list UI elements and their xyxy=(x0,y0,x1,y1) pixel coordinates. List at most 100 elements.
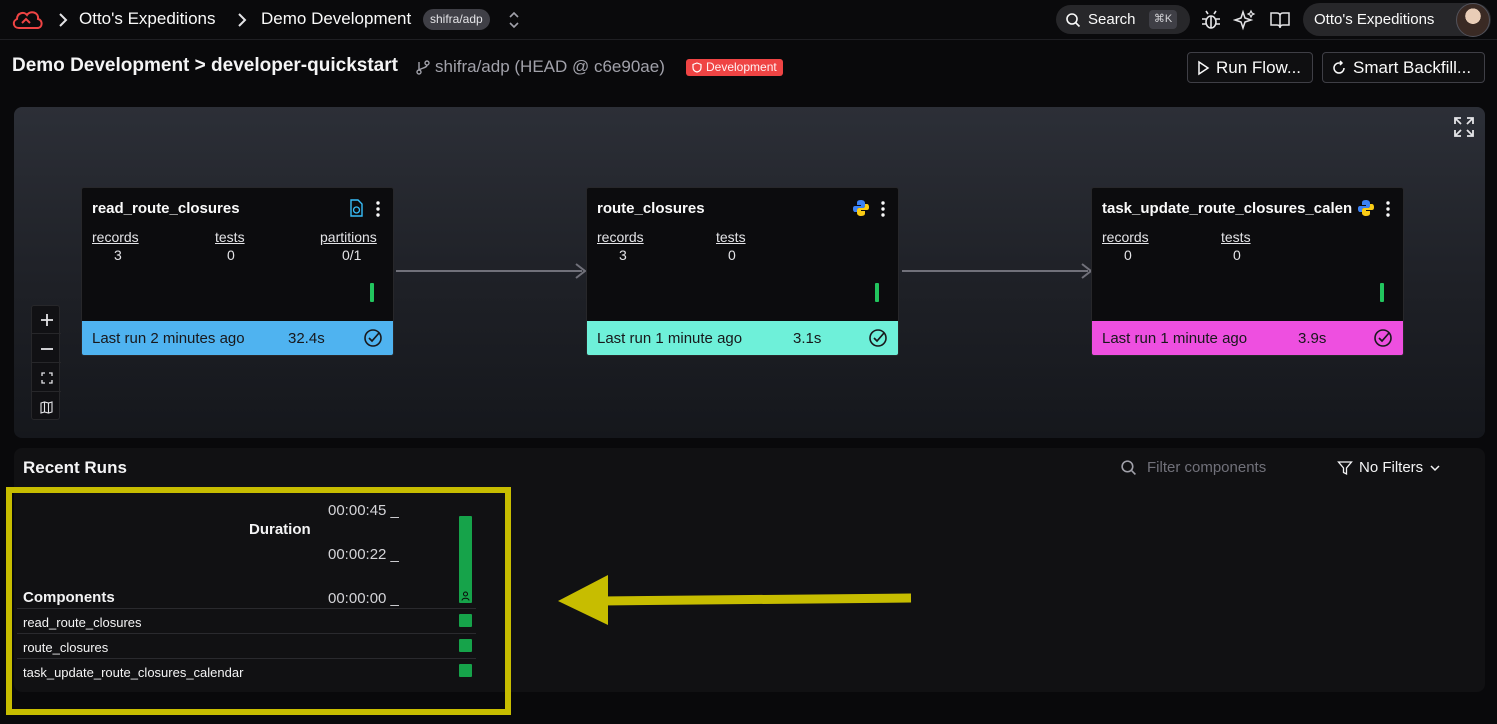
dag-canvas[interactable]: read_route_closures records 3 tests 0 part… xyxy=(14,107,1485,438)
metric-label[interactable]: tests xyxy=(1221,229,1251,245)
check-circle-icon xyxy=(1374,329,1392,347)
metric-label[interactable]: records xyxy=(1102,229,1149,245)
environment-badge-label: Development xyxy=(706,60,777,74)
minimap-button[interactable] xyxy=(32,393,61,421)
zoom-controls xyxy=(31,305,61,421)
metric-value: 3 xyxy=(114,247,122,263)
chevron-right-icon xyxy=(238,13,247,27)
sparkles-icon[interactable] xyxy=(1233,8,1257,32)
search-button[interactable]: Search ⌘K xyxy=(1056,5,1190,34)
shield-icon xyxy=(692,62,702,73)
metric-value: 0 xyxy=(728,247,736,263)
metric-partitions[interactable]: partitions 0/1 xyxy=(320,229,377,263)
expand-icon[interactable] xyxy=(1453,116,1475,138)
dag-edge xyxy=(396,270,582,272)
no-filters-dropdown[interactable]: No Filters xyxy=(1337,459,1441,476)
highlight-box xyxy=(6,487,511,715)
branch-info: shifra/adp (HEAD @ c6e90ae) xyxy=(415,57,665,77)
zoom-out-button[interactable] xyxy=(32,335,61,363)
more-options-icon[interactable] xyxy=(880,200,886,218)
last-run-footer[interactable]: Last run 2 minutes ago 32.4s xyxy=(82,321,393,355)
search-icon xyxy=(1066,13,1081,28)
health-indicator xyxy=(370,283,374,302)
dag-node[interactable]: route_closures records 3 tests 0 Last run … xyxy=(586,187,899,356)
more-options-icon[interactable] xyxy=(375,200,381,218)
book-open-icon[interactable] xyxy=(1268,8,1292,32)
metric-records[interactable]: records 3 xyxy=(597,229,644,263)
branch-label: shifra/adp (HEAD @ c6e90ae) xyxy=(435,57,665,76)
bug-icon[interactable] xyxy=(1199,8,1223,32)
filter-placeholder: Filter components xyxy=(1147,459,1267,476)
annotation-arrow-icon xyxy=(558,575,912,625)
node-name: task_update_route_closures_calendar xyxy=(1102,200,1352,217)
file-sync-icon xyxy=(350,199,363,217)
fit-view-button[interactable] xyxy=(32,364,61,392)
last-run-footer[interactable]: Last run 1 minute ago 3.1s xyxy=(587,321,898,355)
metric-records[interactable]: records 0 xyxy=(1102,229,1149,263)
avatar[interactable] xyxy=(1456,3,1490,37)
title-deployment[interactable]: Demo Development xyxy=(12,55,189,76)
metric-records[interactable]: records 3 xyxy=(92,229,139,263)
python-icon xyxy=(853,200,869,216)
filter-icon xyxy=(1337,460,1353,475)
chevron-up-down-icon[interactable] xyxy=(507,9,521,31)
title-separator: > xyxy=(194,55,206,76)
fit-view-icon xyxy=(40,371,53,384)
check-circle-icon xyxy=(869,329,887,347)
metric-label[interactable]: tests xyxy=(215,229,245,245)
node-name: route_closures xyxy=(597,200,705,217)
last-run-label: Last run 1 minute ago xyxy=(597,330,743,347)
run-duration: 3.9s xyxy=(1298,330,1327,347)
environment-badge: Development xyxy=(686,59,783,76)
recent-runs-title: Recent Runs xyxy=(23,458,127,477)
last-run-label: Last run 2 minutes ago xyxy=(92,330,245,347)
chevron-right-icon xyxy=(59,13,68,27)
page-title: Demo Development > developer-quickstart xyxy=(12,55,398,77)
search-label: Search xyxy=(1088,11,1136,28)
metric-value: 0/1 xyxy=(342,247,362,263)
health-indicator xyxy=(875,283,879,302)
git-branch-icon xyxy=(416,60,430,75)
metric-label[interactable]: tests xyxy=(716,229,746,245)
org-switcher-label: Otto's Expeditions xyxy=(1314,11,1435,28)
dag-edge xyxy=(902,270,1088,272)
metric-value: 0 xyxy=(1124,247,1132,263)
search-shortcut: ⌘K xyxy=(1149,10,1177,29)
python-icon xyxy=(1358,200,1374,216)
breadcrumb-deployment[interactable]: Demo Development xyxy=(261,9,411,29)
health-indicator xyxy=(1380,283,1384,302)
metric-label[interactable]: records xyxy=(92,229,139,245)
last-run-footer[interactable]: Last run 1 minute ago 3.9s xyxy=(1092,321,1403,355)
cloud-logo-icon[interactable] xyxy=(10,6,46,34)
smart-backfill-button[interactable]: Smart Backfill... xyxy=(1322,52,1485,83)
plus-icon xyxy=(40,313,53,326)
search-icon xyxy=(1121,460,1136,475)
metric-value: 3 xyxy=(619,247,627,263)
branch-pill: shifra/adp xyxy=(423,9,490,30)
minus-icon xyxy=(40,347,53,350)
map-icon xyxy=(40,400,53,414)
org-switcher-button[interactable]: Otto's Expeditions xyxy=(1303,3,1491,37)
metric-label[interactable]: records xyxy=(597,229,644,245)
filter-components-input[interactable]: Filter components xyxy=(1120,459,1266,476)
metric-value: 0 xyxy=(1233,247,1241,263)
metric-tests[interactable]: tests 0 xyxy=(1221,229,1251,263)
metric-tests[interactable]: tests 0 xyxy=(716,229,746,263)
dag-node[interactable]: task_update_route_closures_calendar reco… xyxy=(1091,187,1404,356)
more-options-icon[interactable] xyxy=(1385,200,1391,218)
metric-value: 0 xyxy=(227,247,235,263)
last-run-label: Last run 1 minute ago xyxy=(1102,330,1248,347)
chevron-down-icon xyxy=(1430,464,1440,471)
top-nav: Otto's Expeditions Demo Development shif… xyxy=(0,0,1497,40)
backfill-icon xyxy=(1333,59,1345,74)
node-name: read_route_closures xyxy=(92,200,240,217)
run-flow-button[interactable]: Run Flow... xyxy=(1187,52,1313,83)
check-circle-icon xyxy=(364,329,382,347)
dag-node[interactable]: read_route_closures records 3 tests 0 part… xyxy=(81,187,394,356)
metric-tests[interactable]: tests 0 xyxy=(215,229,245,263)
breadcrumb-org[interactable]: Otto's Expeditions xyxy=(79,9,215,29)
metric-label[interactable]: partitions xyxy=(320,229,377,245)
title-flow: developer-quickstart xyxy=(211,55,398,76)
zoom-in-button[interactable] xyxy=(32,306,61,334)
run-flow-label: Run Flow... xyxy=(1216,57,1302,77)
